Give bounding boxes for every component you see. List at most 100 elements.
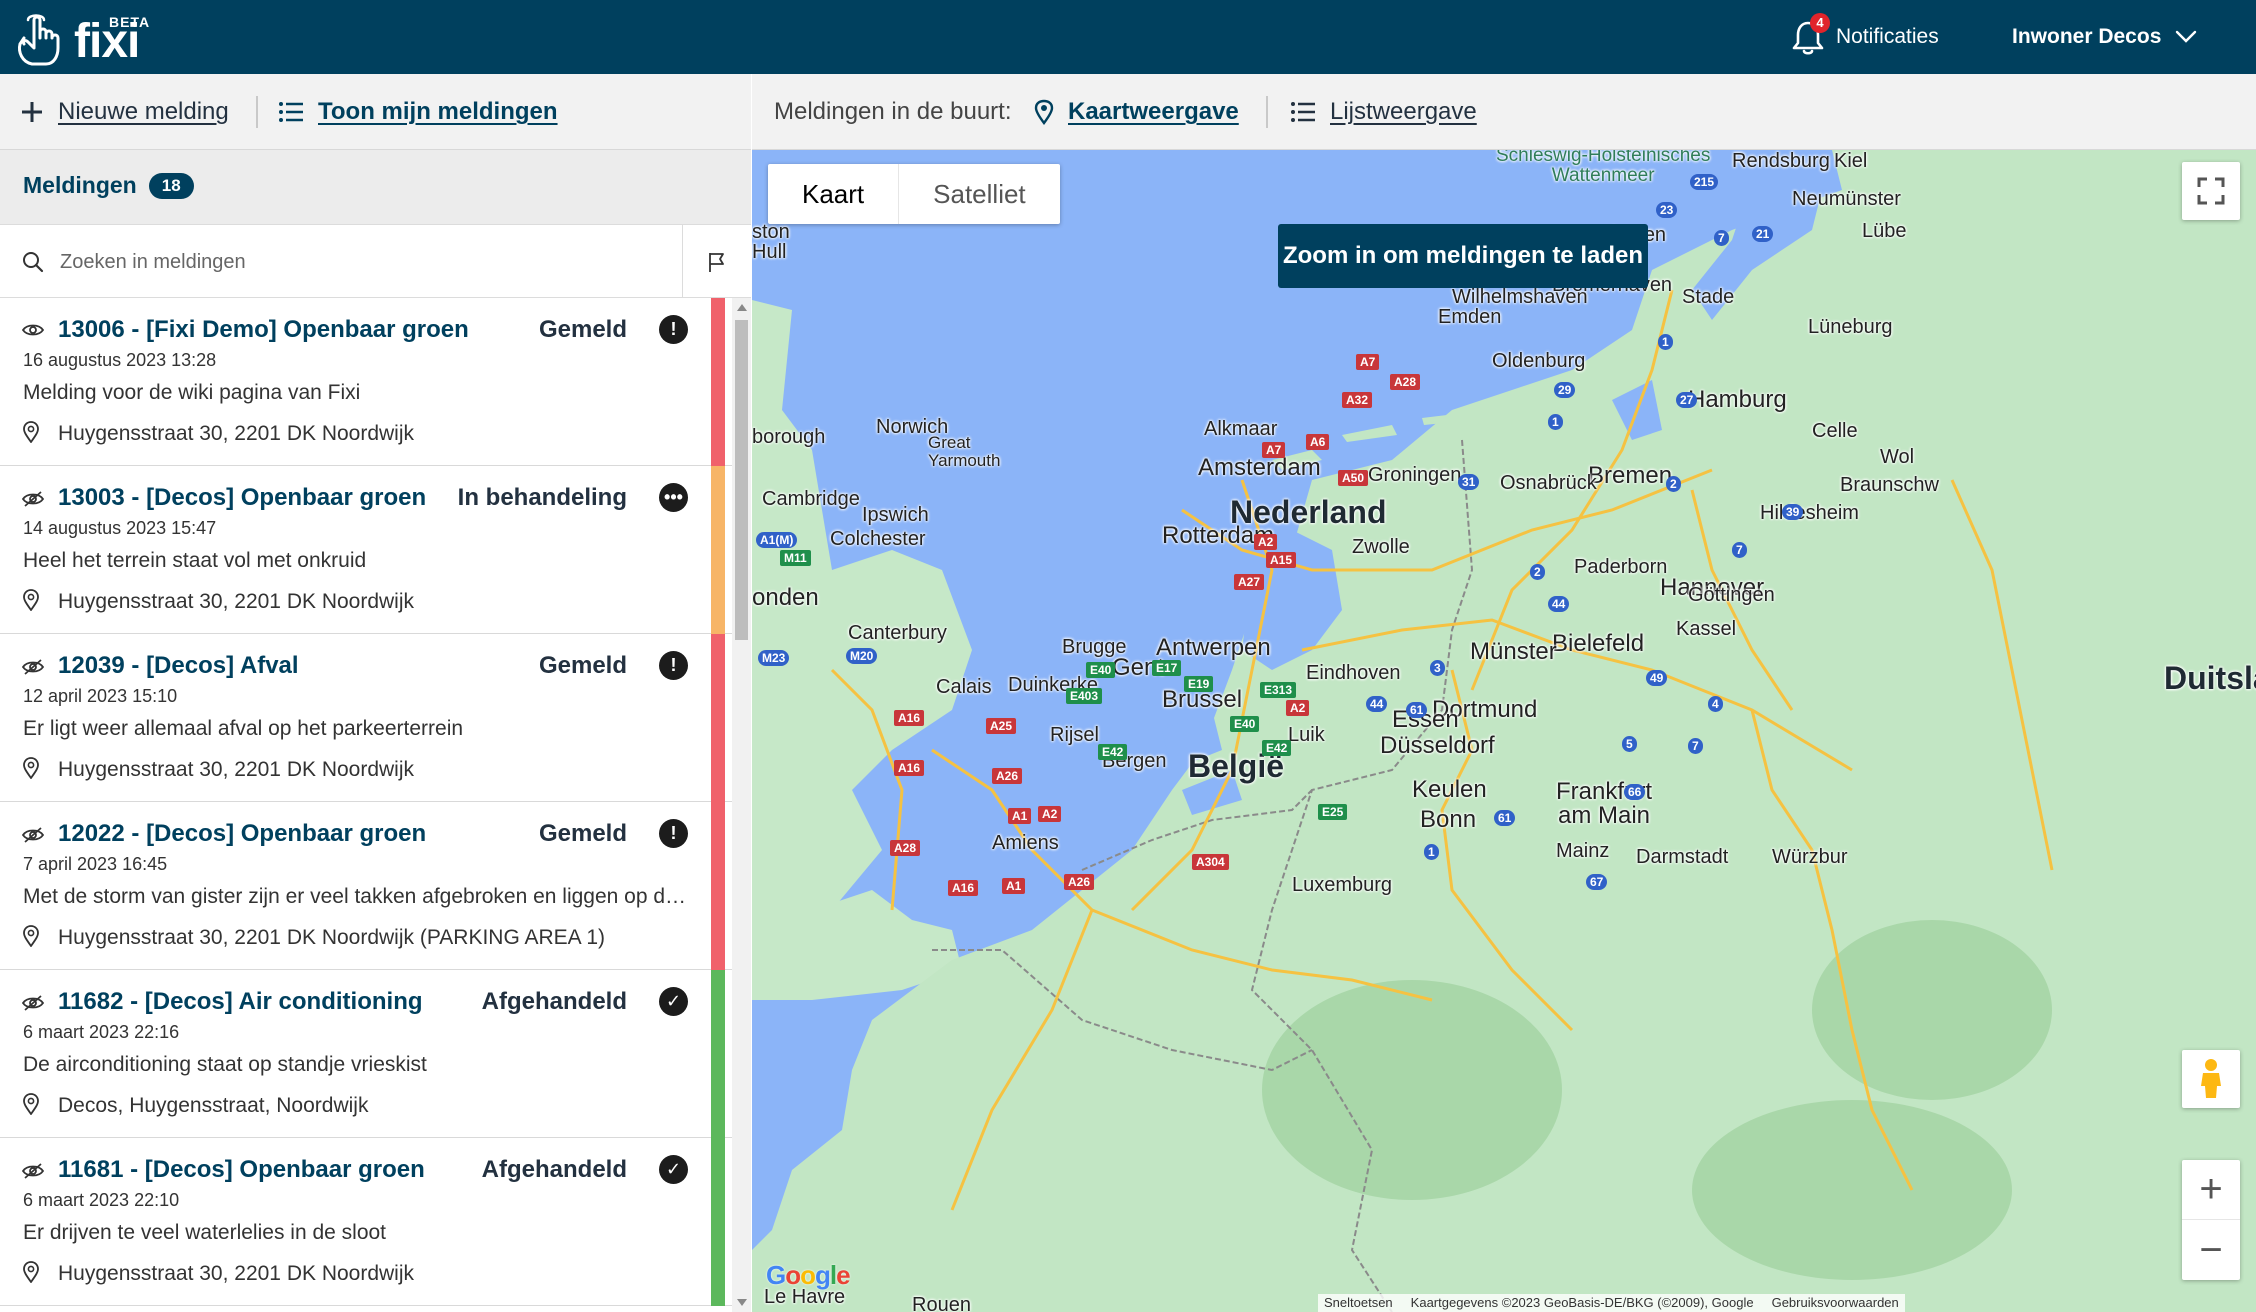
- map-label-alkmaar: Alkmaar: [1204, 418, 1278, 440]
- show-my-reports-label: Toon mijn meldingen: [318, 98, 558, 125]
- report-description: Er drijven te veel waterlelies in de slo…: [23, 1221, 387, 1244]
- report-title[interactable]: 13006 - [Fixi Demo] Openbaar groen: [58, 316, 469, 344]
- report-item[interactable]: 12039 - [Decos] Afval Gemeld! 12 april 202…: [0, 634, 732, 802]
- list-icon: [279, 102, 303, 122]
- zoom-in-banner: Zoom in om meldingen te laden: [1278, 224, 1648, 288]
- left-panel: Nieuwe melding Toon mijn meldingen Meldi…: [0, 74, 751, 1312]
- road-shield: 44: [1366, 696, 1388, 712]
- report-title[interactable]: 13003 - [Decos] Openbaar groen: [58, 484, 426, 512]
- list-view-link[interactable]: Lijstweergave: [1290, 92, 1477, 132]
- report-item[interactable]: 12022 - [Decos] Openbaar groen Gemeld! 7 a…: [0, 802, 732, 970]
- map-label-oldenburg: Oldenburg: [1492, 350, 1586, 372]
- map-type-satellite-button[interactable]: Satelliet: [899, 164, 1060, 224]
- road-shield: 44: [1548, 596, 1570, 612]
- new-report-link[interactable]: Nieuwe melding: [20, 92, 229, 132]
- top-bar: BETA fixi 4 Notificaties Inwoner Decos: [0, 0, 2256, 74]
- road-shield: 2: [1666, 476, 1681, 492]
- filter-button[interactable]: [682, 225, 751, 299]
- location-pin-icon: [22, 1261, 40, 1288]
- fullscreen-button[interactable]: [2182, 162, 2240, 220]
- map-label-rijsel: Rijsel: [1050, 724, 1099, 746]
- user-name: Inwoner Decos: [2012, 25, 2162, 48]
- road-shield: 2: [1530, 564, 1545, 580]
- reports-count-badge: 18: [148, 172, 194, 199]
- road-shield: E313: [1260, 682, 1297, 698]
- road-shield: A25: [986, 718, 1017, 734]
- map-pin-icon: [1034, 99, 1054, 125]
- report-title[interactable]: 11682 - [Decos] Air conditioning: [58, 988, 423, 1016]
- road-shield: 215: [1690, 174, 1719, 190]
- eye-slash-icon: [21, 826, 45, 849]
- search-bar: [0, 224, 751, 299]
- notification-count-badge: 4: [1810, 13, 1830, 33]
- check-icon: ✓: [659, 987, 688, 1016]
- search-input[interactable]: [60, 239, 660, 285]
- report-title[interactable]: 12022 - [Decos] Openbaar groen: [58, 820, 426, 848]
- map-label-darmstadt: Darmstadt: [1636, 846, 1729, 868]
- status-color-bar: [711, 970, 725, 1138]
- list-scrollbar[interactable]: [732, 298, 751, 1312]
- road-shield: A2: [1254, 534, 1278, 550]
- location-pin-icon: [22, 589, 40, 616]
- road-shield: 27: [1676, 392, 1698, 408]
- reports-list: 13006 - [Fixi Demo] Openbaar groen Gemeld…: [0, 298, 732, 1312]
- report-date: 12 april 2023 15:10: [23, 686, 178, 706]
- road-shield: 1: [1548, 414, 1563, 430]
- terms-link[interactable]: Gebruiksvoorwaarden: [1772, 1295, 1899, 1311]
- road-shield: 1: [1658, 334, 1673, 350]
- map-label-kassel: Kassel: [1676, 618, 1737, 640]
- map-type-map-button[interactable]: Kaart: [768, 164, 900, 224]
- road-shield: 29: [1554, 382, 1576, 398]
- report-item[interactable]: 13006 - [Fixi Demo] Openbaar groen Gemeld…: [0, 298, 732, 466]
- report-address: Huygensstraat 30, 2201 DK Noordwijk: [58, 758, 415, 781]
- map-label-mainz: Mainz: [1556, 840, 1610, 862]
- map-label-luxemburg: Luxemburg: [1292, 874, 1393, 896]
- road-shield: A16: [894, 710, 925, 726]
- report-item[interactable]: 11681 - [Decos] Openbaar groen Afgehandel…: [0, 1138, 732, 1306]
- map-label-london: onden: [752, 584, 819, 611]
- google-logo[interactable]: Google: [766, 1260, 851, 1291]
- map-canvas[interactable]: Nederland België Duitslan Amsterdam Rott…: [752, 150, 2256, 1312]
- scroll-thumb[interactable]: [735, 320, 748, 640]
- report-status: In behandeling: [457, 484, 627, 511]
- zoom-out-button[interactable]: −: [2182, 1220, 2240, 1280]
- eye-slash-icon: [21, 994, 45, 1017]
- map-label-great-yarmouth: Great Yarmouth: [928, 433, 1001, 470]
- status-color-bar: [711, 802, 725, 970]
- scroll-down-arrow[interactable]: [737, 1299, 747, 1306]
- road-shield: A6: [1306, 434, 1330, 450]
- report-title[interactable]: 11681 - [Decos] Openbaar groen: [58, 1156, 425, 1184]
- report-item[interactable]: 11682 - [Decos] Air conditioning Afgehand…: [0, 970, 732, 1138]
- list-view-label: Lijstweergave: [1330, 98, 1477, 125]
- map-label-brugge: Brugge: [1062, 636, 1127, 658]
- report-title[interactable]: 12039 - [Decos] Afval: [58, 652, 299, 680]
- report-status: Afgehandeld: [481, 988, 627, 1015]
- map-label-kiel: Kiel: [1834, 150, 1868, 172]
- map-label-braunschweig: Braunschw: [1840, 474, 1939, 496]
- map-base: [752, 150, 2256, 1312]
- user-menu[interactable]: Inwoner Decos: [2012, 12, 2197, 62]
- notifications-button[interactable]: 4 Notificaties: [1790, 12, 1939, 62]
- road-shield: E42: [1098, 744, 1128, 760]
- road-shield: A27: [1234, 574, 1265, 590]
- map-label-ipswich: Ipswich: [862, 504, 929, 526]
- fixi-logo[interactable]: BETA fixi: [14, 8, 149, 66]
- chevron-down-icon: [2176, 30, 2197, 43]
- street-view-pegman[interactable]: [2182, 1050, 2240, 1108]
- show-my-reports-link[interactable]: Toon mijn meldingen: [278, 92, 558, 132]
- road-shield: 31: [1458, 474, 1480, 490]
- location-pin-icon: [22, 757, 40, 784]
- road-shield: A32: [1342, 392, 1373, 408]
- road-shield: E42: [1262, 740, 1292, 756]
- map-label-hull: ston Hull: [752, 221, 790, 263]
- road-shield: A304: [1192, 854, 1229, 870]
- zoom-in-button[interactable]: +: [2182, 1160, 2240, 1220]
- road-shield: A16: [948, 880, 979, 896]
- map-label-gottingen: Göttingen: [1688, 584, 1775, 606]
- map-view-link[interactable]: Kaartweergave: [1034, 92, 1239, 132]
- map-label-duitsland: Duitslan: [2164, 660, 2256, 696]
- report-item[interactable]: 13003 - [Decos] Openbaar groen In behande…: [0, 466, 732, 634]
- report-description: Melding voor de wiki pagina van Fixi: [23, 381, 361, 404]
- scroll-up-arrow[interactable]: [737, 304, 747, 311]
- shortcuts-link[interactable]: Sneltoetsen: [1324, 1295, 1393, 1311]
